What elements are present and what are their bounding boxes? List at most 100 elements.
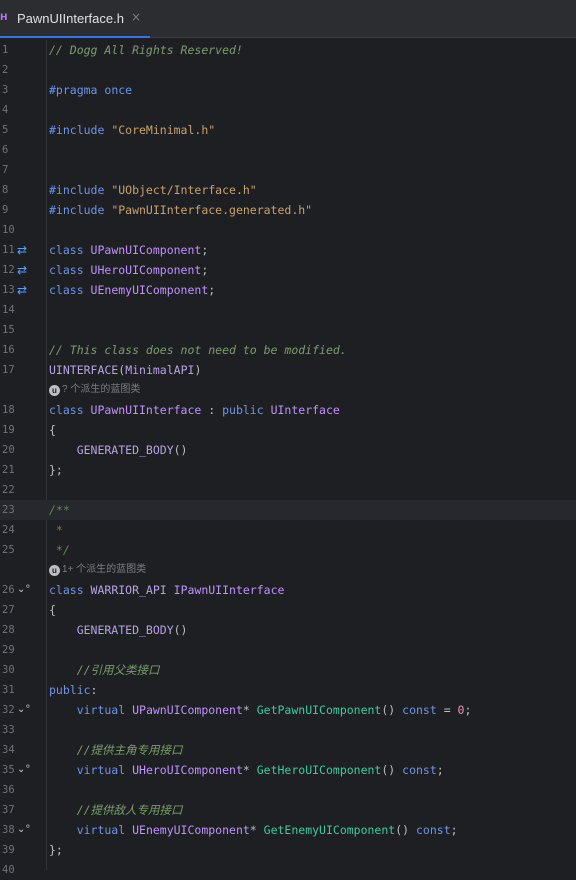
code-line-16: // This class does not need to be modifi… — [49, 343, 347, 357]
code-line-19: { — [49, 423, 56, 437]
line-number: 33 — [2, 724, 15, 736]
line-number: 21 — [2, 464, 15, 476]
line-number: 36 — [2, 784, 15, 796]
line-number: 3 — [2, 84, 9, 96]
navigate-icon[interactable]: ⇄ — [17, 240, 35, 260]
code-line-17: UINTERFACE(MinimalAPI) — [49, 363, 202, 377]
editor-line[interactable]: 14 — [0, 300, 576, 320]
editor-line[interactable]: 6 — [0, 140, 576, 160]
code-line-20: GENERATED_BODY() — [49, 443, 188, 457]
code-line-34: //提供主角专用接口 — [49, 743, 183, 757]
code-line-24: * — [49, 523, 63, 537]
editor-line[interactable]: 24 — [0, 520, 576, 540]
editor-line[interactable]: 10 — [0, 220, 576, 240]
editor-line[interactable]: 25 — [0, 540, 576, 560]
line-number: 37 — [2, 804, 15, 816]
line-number: 38 — [2, 824, 15, 836]
line-number: 28 — [2, 624, 15, 636]
code-line-37: //提供敌人专用接口 — [49, 803, 183, 817]
editor-line[interactable]: 39 — [0, 840, 576, 860]
navigate-icon[interactable]: ⇄ — [17, 260, 35, 280]
editor-line[interactable]: 33 — [0, 720, 576, 740]
line-number: 24 — [2, 524, 15, 536]
editor-line[interactable]: 2 — [0, 60, 576, 80]
line-number: 8 — [2, 184, 9, 196]
code-line-32: virtual UPawnUIComponent* GetPawnUICompo… — [49, 703, 472, 717]
line-number: 2 — [2, 64, 9, 76]
line-number: 6 — [2, 144, 9, 156]
line-number: 7 — [2, 164, 9, 176]
code-line-8: #include "UObject/Interface.h" — [49, 183, 257, 197]
code-line-23: /** — [49, 503, 70, 517]
editor-line[interactable]: 27 — [0, 600, 576, 620]
line-number: 22 — [2, 484, 15, 496]
line-number: 23 — [2, 504, 15, 516]
tab-pawnuiinterface-h[interactable]: H PawnUIInterface.h × — [0, 0, 150, 38]
line-number: 34 — [2, 744, 15, 756]
editor-line[interactable]: 22 — [0, 480, 576, 500]
derived-blueprint-hint[interactable]: u? 个派生的蓝图类 — [49, 380, 349, 400]
navigate-icon[interactable]: ⇄ — [17, 280, 35, 300]
line-number: 17 — [2, 364, 15, 376]
tab-label: PawnUIInterface.h — [17, 11, 124, 26]
line-number: 4 — [2, 104, 9, 116]
editor-line[interactable]: 7 — [0, 160, 576, 180]
implemented-icon[interactable]: ⌄° — [17, 820, 35, 840]
line-number: 5 — [2, 124, 9, 136]
editor-line[interactable]: 40 — [0, 860, 576, 880]
close-icon[interactable]: × — [131, 10, 141, 24]
line-number: 16 — [2, 344, 15, 356]
line-number: 25 — [2, 544, 15, 556]
header-file-icon: H — [0, 13, 8, 23]
code-line-12: class UHeroUIComponent; — [49, 263, 209, 277]
implemented-icon[interactable]: ⌄° — [17, 760, 35, 780]
line-number: 40 — [2, 864, 15, 876]
code-line-25: */ — [49, 543, 70, 557]
derived-blueprint-hint[interactable]: u 1+ 个派生的蓝图类 — [49, 560, 349, 580]
implemented-icon[interactable]: ⌄° — [17, 580, 35, 600]
line-number: 13 — [2, 284, 15, 296]
code-line-9: #include "PawnUIInterface.generated.h" — [49, 203, 313, 217]
code-line-27: { — [49, 603, 56, 617]
code-line-31: public: — [49, 683, 98, 697]
line-number: 9 — [2, 204, 9, 216]
line-number: 26 — [2, 584, 15, 596]
line-number: 19 — [2, 424, 15, 436]
line-number: 32 — [2, 704, 15, 716]
line-number: 18 — [2, 404, 15, 416]
line-number: 39 — [2, 844, 15, 856]
line-number: 29 — [2, 644, 15, 656]
code-line-28: GENERATED_BODY() — [49, 623, 188, 637]
editor-line[interactable]: 15 — [0, 320, 576, 340]
code-line-35: virtual UHeroUIComponent* GetHeroUICompo… — [49, 763, 444, 777]
editor-line[interactable]: 23 — [0, 500, 576, 520]
implemented-icon[interactable]: ⌄° — [17, 700, 35, 720]
line-number: 35 — [2, 764, 15, 776]
line-number: 1 — [2, 44, 9, 56]
code-line-21: }; — [49, 463, 63, 477]
code-line-13: class UEnemyUIComponent; — [49, 283, 216, 297]
line-number: 12 — [2, 264, 15, 276]
line-number: 11 — [2, 244, 15, 256]
line-number: 15 — [2, 324, 15, 336]
code-editor[interactable]: 1 2 3 4 5 6 7 8 9 10 11 12 13 14 15 16 17 18 19 20 21 22 23 24 2… — [0, 40, 576, 876]
code-line-26: class WARRIOR_API IPawnUIInterface — [49, 583, 285, 597]
editor-line[interactable]: 21 — [0, 460, 576, 480]
line-number: 30 — [2, 664, 15, 676]
line-number: 20 — [2, 444, 15, 456]
code-line-1: // Dogg All Rights Reserved! — [49, 43, 243, 57]
line-number: 10 — [2, 224, 15, 236]
editor-line[interactable]: 4 — [0, 100, 576, 120]
code-line-18: class UPawnUIInterface : public UInterfa… — [49, 403, 340, 417]
code-line-11: class UPawnUIComponent; — [49, 243, 209, 257]
line-number: 31 — [2, 684, 15, 696]
editor-line[interactable]: 19 — [0, 420, 576, 440]
code-line-3: #pragma once — [49, 83, 133, 97]
code-line-38: virtual UEnemyUIComponent* GetEnemyUICom… — [49, 823, 458, 837]
code-line-30: //引用父类接口 — [49, 663, 160, 677]
editor-line[interactable]: 36 — [0, 780, 576, 800]
unreal-u-icon: u — [49, 565, 60, 576]
editor-tab-bar: H PawnUIInterface.h × — [0, 0, 576, 38]
code-line-39: }; — [49, 843, 63, 857]
editor-line[interactable]: 29 — [0, 640, 576, 660]
